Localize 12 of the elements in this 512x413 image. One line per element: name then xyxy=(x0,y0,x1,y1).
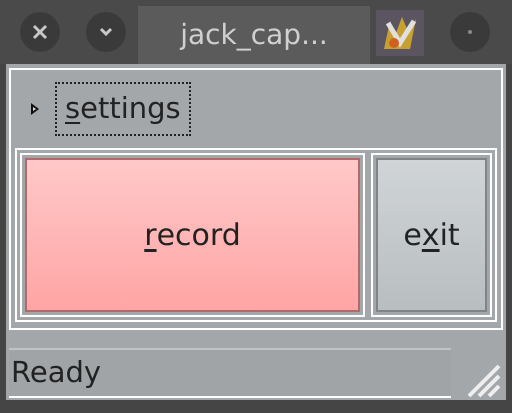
settings-expander[interactable]: settings xyxy=(55,82,191,136)
chevron-down-icon xyxy=(99,27,113,37)
exit-button[interactable]: exit xyxy=(376,158,487,312)
record-button[interactable]: record xyxy=(25,158,360,312)
expander-arrow-icon[interactable] xyxy=(29,101,41,117)
menu-button[interactable] xyxy=(86,12,126,52)
dot-icon xyxy=(467,29,473,35)
window-title: jack_cap... xyxy=(138,6,370,64)
close-button[interactable] xyxy=(20,12,60,52)
status-bar: Ready xyxy=(9,348,451,398)
app-icon[interactable] xyxy=(376,10,424,56)
close-icon xyxy=(31,23,49,41)
